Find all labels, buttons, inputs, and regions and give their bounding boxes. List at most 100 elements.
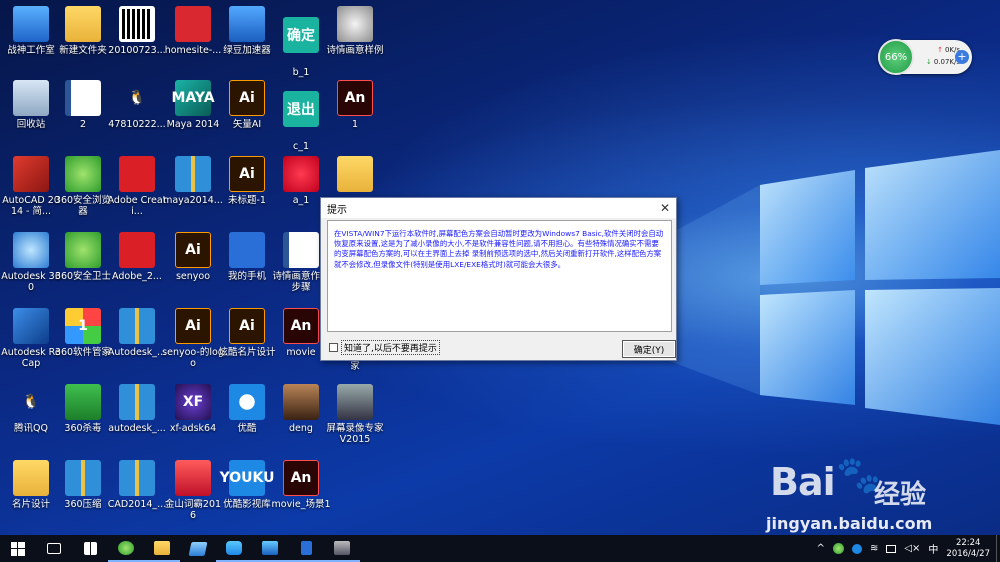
tip-dialog: 提示 ✕ 在VISTA/WIN7下运行本软件时,屏幕配色方案会自动暂时更改为Wi…	[320, 197, 677, 361]
desktop-icon[interactable]: 诗情画意样例	[326, 6, 384, 82]
desktop-icon[interactable]: 优酷	[220, 384, 274, 460]
desktop-icon[interactable]: An 1	[328, 80, 382, 156]
autocad-icon	[13, 156, 49, 192]
desktop-icon[interactable]: 确定 b_1	[274, 6, 328, 82]
frog-app-taskbar-icon[interactable]	[216, 535, 252, 562]
desktop-icon[interactable]: Ai senyoo-的logo	[162, 308, 224, 384]
baidu-jingyan-watermark: Bai 🐾 经验 jingyan.baidu.com	[762, 452, 972, 535]
folder-icon	[337, 156, 373, 192]
desktop-icon-label: xf-adsk64	[169, 423, 217, 434]
desktop-icon[interactable]: Adobe_2...	[110, 232, 164, 308]
dont-show-again-checkbox[interactable]: 知道了,以后不要再提示	[329, 340, 440, 355]
desktop-icon[interactable]: 360安全浏览器	[55, 156, 111, 232]
close-icon[interactable]: ✕	[660, 201, 670, 215]
desktop-icon[interactable]: deng	[274, 384, 328, 460]
desktop-icon[interactable]: 1 360软件管家	[55, 308, 111, 384]
360-browser-icon	[65, 156, 101, 192]
desktop-icon-label: 未标题-1	[228, 195, 266, 206]
desktop-icon-label: 我的手机	[227, 271, 266, 282]
desktop-icon[interactable]: 金山词霸2016	[165, 460, 221, 535]
desktop-icon[interactable]: 新建文件夹	[56, 6, 110, 82]
desktop-icon[interactable]: 我的手机	[220, 232, 274, 308]
desktop-icon-label: 360软件管家	[54, 347, 112, 358]
photo-icon	[283, 384, 319, 420]
recap-icon	[13, 308, 49, 344]
flash-icon	[337, 6, 373, 42]
tray-baidu-icon[interactable]	[851, 543, 862, 554]
download-speed: ↓ 0.07K/s	[918, 58, 960, 66]
desktop-icon-label: 绿豆加速器	[223, 45, 271, 56]
desktop-icon[interactable]: AutoCAD 2014 - 简...	[2, 156, 60, 232]
desktop-icon[interactable]: Autodesk ReCap	[1, 308, 61, 384]
file-explorer-icon[interactable]	[144, 535, 180, 562]
archive-icon	[175, 156, 211, 192]
checkbox-square[interactable]	[329, 343, 338, 352]
dialog-titlebar[interactable]: 提示 ✕	[321, 198, 676, 218]
desktop-icon[interactable]: 退出 c_1	[274, 80, 328, 156]
desktop-icon[interactable]: autodesk_...	[108, 384, 166, 460]
screen-recorder-taskbar-icon[interactable]	[324, 535, 360, 562]
desktop-icon[interactable]: 360杀毒	[56, 384, 110, 460]
desktop-icon[interactable]: An movie_场景1	[272, 460, 330, 535]
clock[interactable]: 22:24 2016/4/27	[946, 538, 990, 560]
desktop-icon[interactable]: 360压缩	[56, 460, 110, 535]
desktop-icon[interactable]: 2	[56, 80, 110, 156]
frog-app-icon	[229, 6, 265, 42]
illustrator-icon: Ai	[229, 308, 265, 344]
archive-icon	[119, 384, 155, 420]
tray-chevron-icon[interactable]: ^	[817, 543, 825, 554]
desktop-icon[interactable]: homesite-...	[165, 6, 221, 82]
desktop-icon[interactable]: maya2014...	[163, 156, 223, 232]
network-speed-widget[interactable]: 66% ↑ 0K/s ↓ 0.07K/s +	[878, 39, 972, 75]
desktop-icon-label: senyoo-的logo	[162, 347, 224, 369]
checkbox-label[interactable]: 知道了,以后不要再提示	[341, 340, 440, 355]
clock-date: 2016/4/27	[946, 548, 990, 559]
desktop-icon-label: 新建文件夹	[59, 45, 107, 56]
expand-plus-icon[interactable]: +	[955, 50, 969, 64]
store-icon[interactable]	[72, 535, 108, 562]
desktop-icon[interactable]: Ai 炫酷名片设计	[218, 308, 276, 384]
image-badge-icon: 退出	[283, 91, 319, 127]
desktop-icon[interactable]: 屏幕录像专家V2015	[326, 384, 384, 460]
dialog-title: 提示	[327, 204, 347, 216]
desktop-icon[interactable]: Ai senyoo	[166, 232, 220, 308]
notepad-icon[interactable]	[180, 535, 216, 562]
desktop-icon[interactable]: YOUKU 优酷影视库	[220, 460, 274, 535]
desktop-icon-label: 1	[351, 119, 359, 130]
input-method-icon[interactable]: 中	[928, 541, 938, 556]
desktop-icon[interactable]: 名片设计	[4, 460, 58, 535]
desktop-icon[interactable]: 战神工作室	[4, 6, 58, 82]
desktop-icon[interactable]: Adobe Creati...	[108, 156, 166, 232]
desktop-icon[interactable]: 🐧 腾讯QQ	[4, 384, 58, 460]
desktop-icon[interactable]: Autodesk 360	[1, 232, 61, 308]
desktop-icon[interactable]: Autodesk_...	[108, 308, 166, 384]
desktop-icon[interactable]: 回收站	[4, 80, 58, 156]
task-view-icon[interactable]	[36, 535, 72, 562]
desktop-icon[interactable]: 🐧 47810222...	[108, 80, 165, 156]
dictionary-taskbar-icon[interactable]	[252, 535, 288, 562]
volume-muted-icon[interactable]: ◁×	[904, 543, 920, 554]
desktop-icon[interactable]: XF xf-adsk64	[166, 384, 220, 460]
show-desktop-button[interactable]	[996, 535, 1000, 562]
desktop-icon-label: maya2014...	[163, 195, 223, 206]
desktop-icon[interactable]: Ai 未标题-1	[220, 156, 274, 232]
desktop-icon[interactable]: CAD2014_...	[108, 460, 166, 535]
desktop-icon[interactable]: MAYA Maya 2014	[166, 80, 220, 156]
windows-start-icon[interactable]	[0, 535, 36, 562]
360-browser-taskbar-icon[interactable]	[108, 535, 144, 562]
tray-storage-icon[interactable]	[886, 544, 897, 553]
phone-taskbar-icon[interactable]	[288, 535, 324, 562]
network-icon[interactable]: ≋	[870, 543, 878, 554]
desktop-icon-label: c_1	[292, 141, 310, 152]
desktop-icon[interactable]: 20100723...	[108, 6, 166, 82]
tray-360-icon[interactable]	[832, 543, 844, 554]
dialog-message: 在VISTA/WIN7下运行本软件时,屏幕配色方案会自动暂时更改为Windows…	[334, 229, 664, 269]
desktop-icon[interactable]: 360安全卫士	[55, 232, 111, 308]
watermark-logo-text: Bai	[770, 460, 836, 504]
desktop-icon[interactable]: 绿豆加速器	[220, 6, 274, 82]
desktop-icon[interactable]: Ai 矢量AI	[220, 80, 274, 156]
desktop-icon-label: 47810222...	[108, 119, 166, 130]
ok-button[interactable]: 确定(Y)	[622, 340, 676, 358]
memory-usage-circle[interactable]: 66%	[878, 39, 914, 75]
desktop-icon-label: 360压缩	[64, 499, 102, 510]
